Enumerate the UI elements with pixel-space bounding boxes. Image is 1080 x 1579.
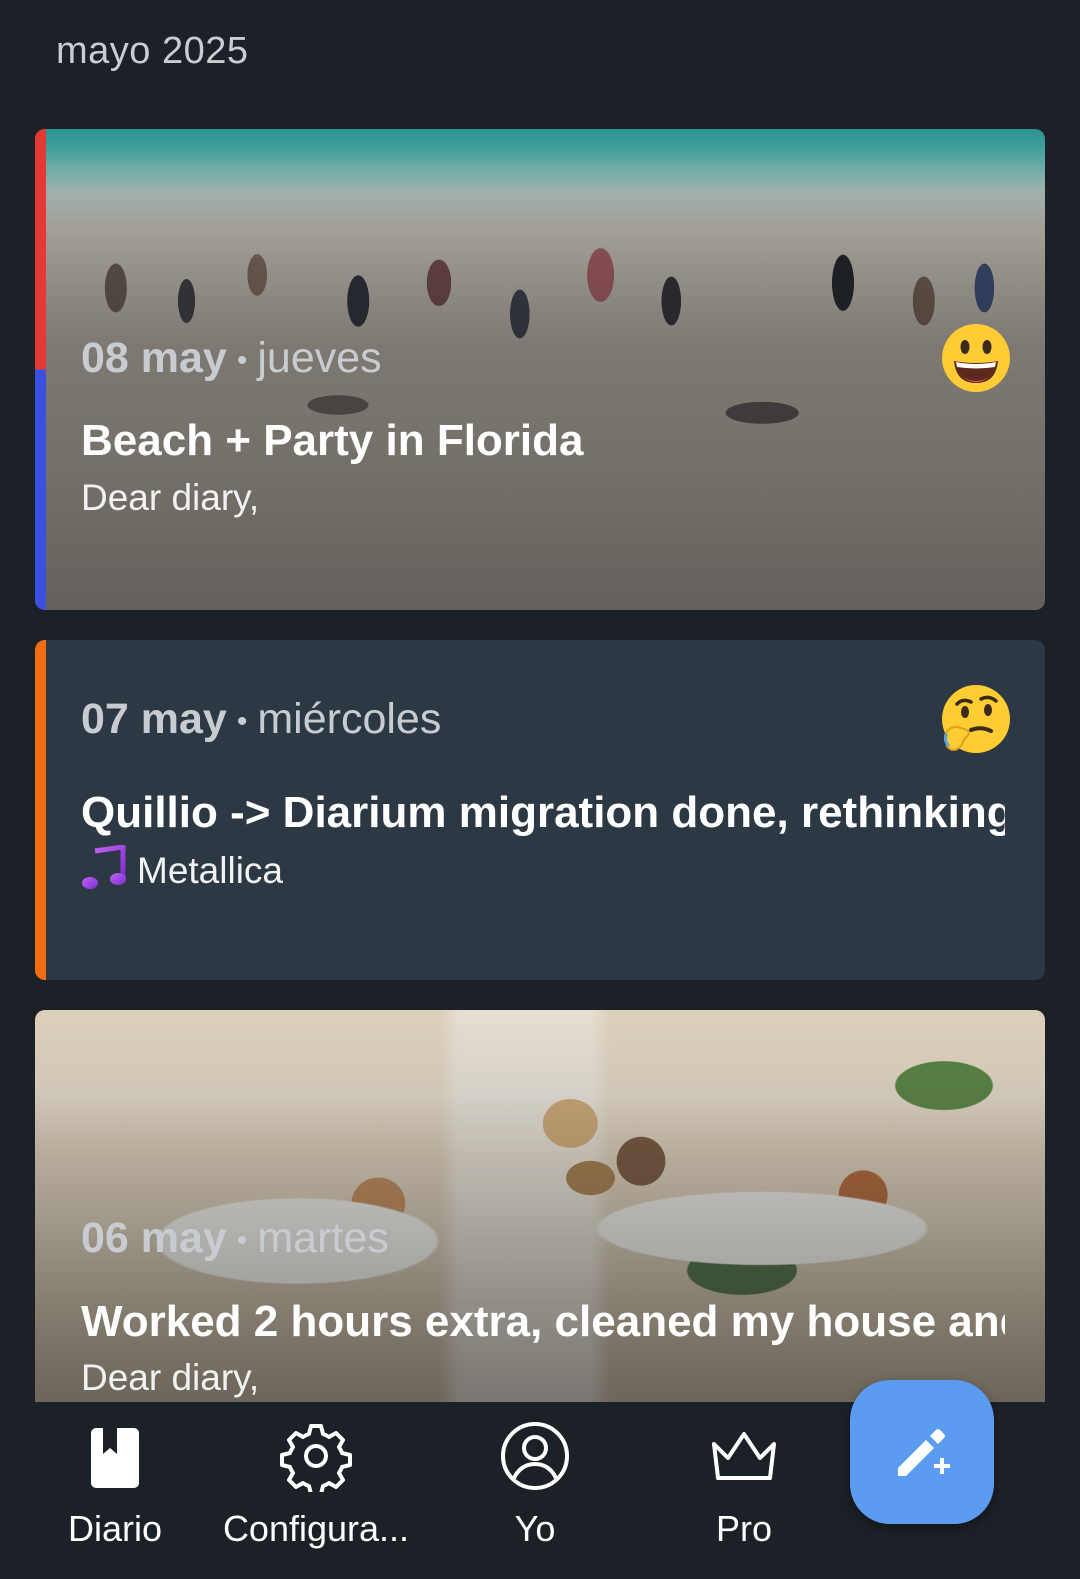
nav-label: Configura...	[222, 1508, 410, 1549]
entry-music-artist: Metallica	[137, 850, 283, 891]
entry-weekday: martes	[257, 1214, 389, 1262]
nav-item-yo[interactable]: Yo	[435, 1420, 635, 1550]
bookmark-book-icon	[91, 1428, 139, 1488]
crown-icon	[712, 1432, 776, 1480]
entry-preview: Dear diary,	[81, 1357, 260, 1398]
entry-weekday: miércoles	[257, 695, 442, 743]
entry-accent-bar	[35, 129, 46, 610]
entry-accent-bar	[35, 640, 46, 980]
nav-item-configuracion[interactable]: Configura...	[216, 1420, 416, 1550]
entry-date: 07 may • miércoles	[81, 695, 442, 743]
entry-title: Worked 2 hours extra, cleaned my house a…	[81, 1297, 1005, 1346]
diary-entry-card[interactable]: 06 may • martes Worked 2 hours extra, clea…	[35, 1010, 1045, 1430]
entry-preview: Dear diary,	[81, 477, 260, 518]
gear-icon	[280, 1424, 352, 1492]
nav-item-pro[interactable]: Pro	[644, 1420, 844, 1550]
entry-title: Quillio -> Diarium migration done, rethi…	[81, 788, 1005, 837]
entry-date: 08 may • jueves	[81, 334, 382, 382]
nav-label: Yo	[514, 1508, 556, 1549]
music-note-icon	[82, 845, 126, 889]
edit-pencil-plus-icon	[898, 1429, 950, 1476]
entry-day: 07 may	[81, 695, 227, 743]
entry-title: Beach + Party in Florida	[81, 416, 584, 465]
entry-day: 08 may	[81, 334, 227, 382]
nav-label: Pro	[715, 1508, 773, 1549]
grinning-face-emoji-icon	[942, 324, 1010, 392]
entry-music: Metallica	[81, 845, 283, 892]
entry-weekday: jueves	[257, 334, 382, 382]
diary-entry-card[interactable]: 08 may • jueves Beach + Party in Florida D…	[35, 129, 1045, 610]
account-circle-icon	[501, 1422, 569, 1490]
nav-label: Diario	[67, 1508, 163, 1549]
nav-item-diario[interactable]: Diario	[15, 1420, 215, 1550]
entry-date: 06 may • martes	[81, 1214, 389, 1262]
new-entry-fab-button[interactable]	[850, 1380, 994, 1524]
month-header: mayo 2025	[56, 30, 249, 72]
diary-entry-card[interactable]: 07 may • miércoles Quillio -> Diarium migr…	[35, 640, 1045, 980]
thinking-face-emoji-icon	[942, 685, 1010, 753]
entry-day: 06 may	[81, 1214, 227, 1262]
